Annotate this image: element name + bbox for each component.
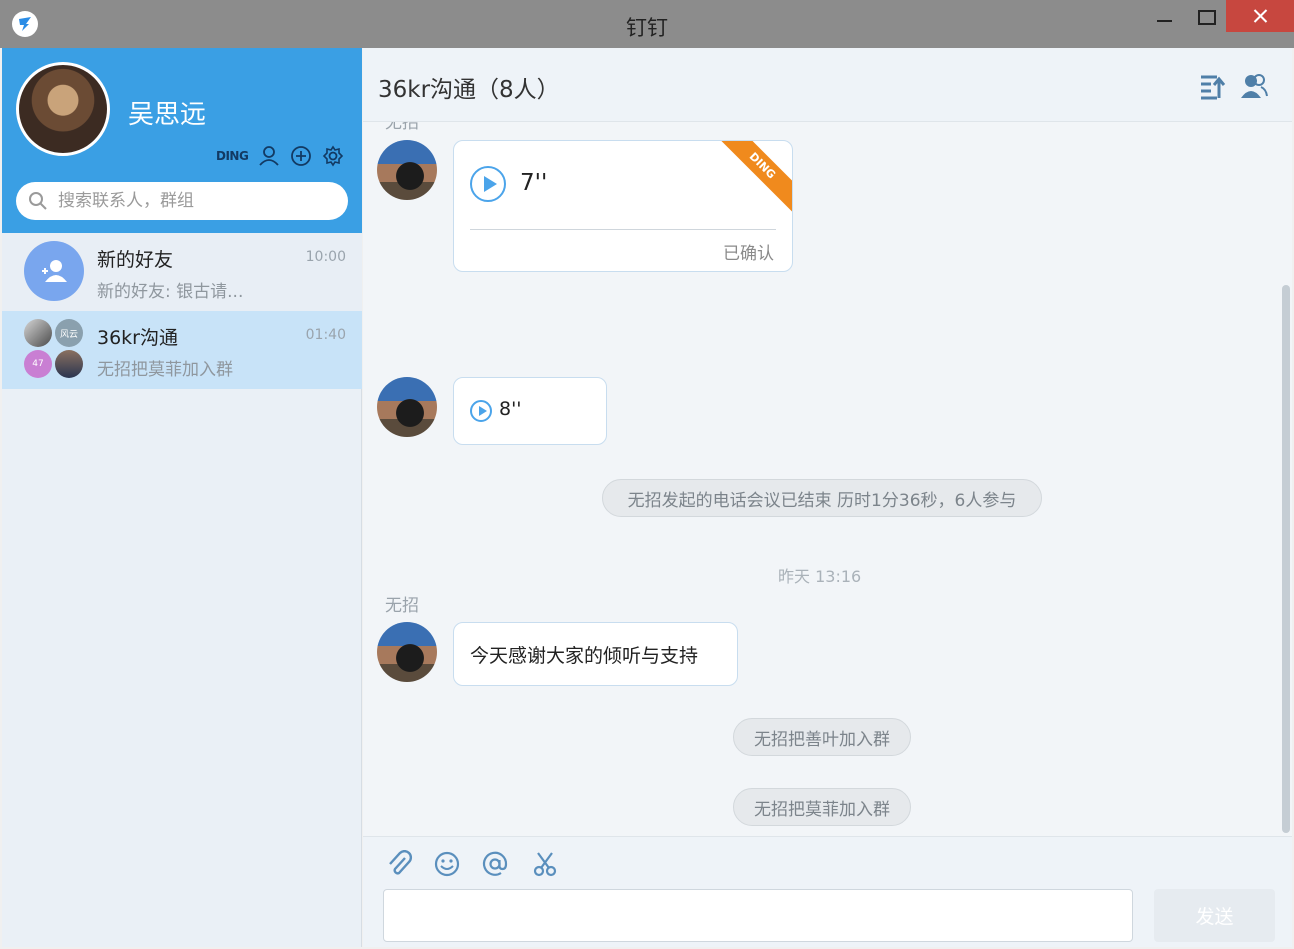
chat-title: 36kr沟通（8人） — [378, 77, 560, 103]
play-icon[interactable] — [470, 166, 506, 202]
message-list[interactable]: 无招 DING 7'' 已确认 无招 8'' 无招发起的电话会议已结束 历时1分… — [363, 122, 1292, 836]
maximize-button[interactable] — [1190, 0, 1222, 32]
add-friend-icon — [24, 241, 84, 301]
play-icon[interactable] — [470, 400, 492, 422]
search-box[interactable] — [16, 182, 348, 220]
user-avatar[interactable] — [16, 62, 110, 156]
system-message: 无招把莫菲加入群 — [733, 788, 911, 826]
chat-panel: 36kr沟通（8人） 无招 DING 7'' 已确认 无招 8'' 无招发起的电… — [363, 48, 1292, 947]
divider — [470, 229, 776, 230]
sender-avatar[interactable] — [377, 140, 437, 200]
sender-avatar[interactable] — [377, 622, 437, 682]
contacts-icon[interactable] — [258, 145, 280, 167]
window-title: 钉钉 — [626, 16, 668, 40]
system-message: 无招把善叶加入群 — [733, 718, 911, 756]
search-input[interactable] — [58, 191, 318, 211]
ding-ribbon: DING — [711, 141, 792, 217]
title-bar: 钉钉 — [0, 0, 1294, 48]
group-avatar: 风云 47 — [24, 319, 84, 379]
ding-status: 已确认 — [723, 244, 774, 264]
voice-message[interactable]: 8'' — [453, 377, 607, 445]
system-message: 无招发起的电话会议已结束 历时1分36秒，6人参与 — [602, 479, 1042, 517]
voice-duration: 8'' — [499, 398, 522, 420]
send-button[interactable]: 发送 — [1154, 889, 1275, 942]
settings-gear-icon[interactable] — [322, 145, 344, 167]
group-members-icon[interactable] — [1240, 72, 1268, 100]
mention-icon[interactable] — [480, 849, 510, 879]
conversation-time: 10:00 — [305, 249, 346, 265]
profile-panel: 吴思远 DING — [2, 48, 362, 233]
conversation-item-new-friends[interactable]: 新的好友 10:00 新的好友: 银古请... — [2, 233, 362, 311]
member-avatar — [24, 319, 52, 347]
voice-duration: 7'' — [520, 170, 548, 196]
sidebar: 吴思远 DING 新的好友 10:00 新的好友: 银古请... 风云 47 3… — [2, 48, 362, 947]
emoji-icon[interactable] — [432, 849, 462, 879]
add-icon[interactable] — [290, 145, 312, 167]
attachment-icon[interactable] — [384, 849, 414, 879]
chat-header: 36kr沟通（8人） — [363, 48, 1292, 122]
sender-name: 无招 — [385, 596, 419, 616]
close-button[interactable] — [1226, 0, 1294, 32]
member-avatar — [55, 350, 83, 378]
timestamp: 昨天 13:16 — [778, 567, 862, 586]
screenshot-scissors-icon[interactable] — [530, 849, 560, 879]
message-text: 今天感谢大家的倾听与支持 — [470, 645, 699, 667]
member-avatar: 风云 — [55, 319, 83, 347]
ding-button[interactable]: DING — [216, 149, 249, 163]
scrollbar[interactable] — [1282, 285, 1290, 833]
conversation-name: 36kr沟通 — [97, 327, 178, 349]
conversation-item-36kr[interactable]: 风云 47 36kr沟通 01:40 无招把莫菲加入群 — [2, 311, 362, 389]
conversation-time: 01:40 — [305, 327, 346, 343]
search-icon — [29, 192, 47, 210]
sender-name: 无招 — [385, 122, 419, 133]
conversation-preview: 无招把莫菲加入群 — [97, 360, 233, 380]
user-name: 吴思远 — [128, 100, 207, 130]
minimize-button[interactable] — [1148, 0, 1180, 32]
ding-voice-message[interactable]: DING 7'' 已确认 — [453, 140, 793, 272]
text-message[interactable]: 今天感谢大家的倾听与支持 — [453, 622, 738, 686]
conversation-name: 新的好友 — [97, 249, 174, 271]
sender-avatar[interactable] — [377, 377, 437, 437]
message-input[interactable] — [383, 889, 1133, 942]
member-avatar: 47 — [24, 350, 52, 378]
profile-actions: DING — [216, 144, 344, 168]
composer: 发送 — [363, 836, 1292, 947]
conversation-preview: 新的好友: 银古请... — [97, 282, 244, 302]
pin-top-icon[interactable] — [1198, 72, 1226, 100]
